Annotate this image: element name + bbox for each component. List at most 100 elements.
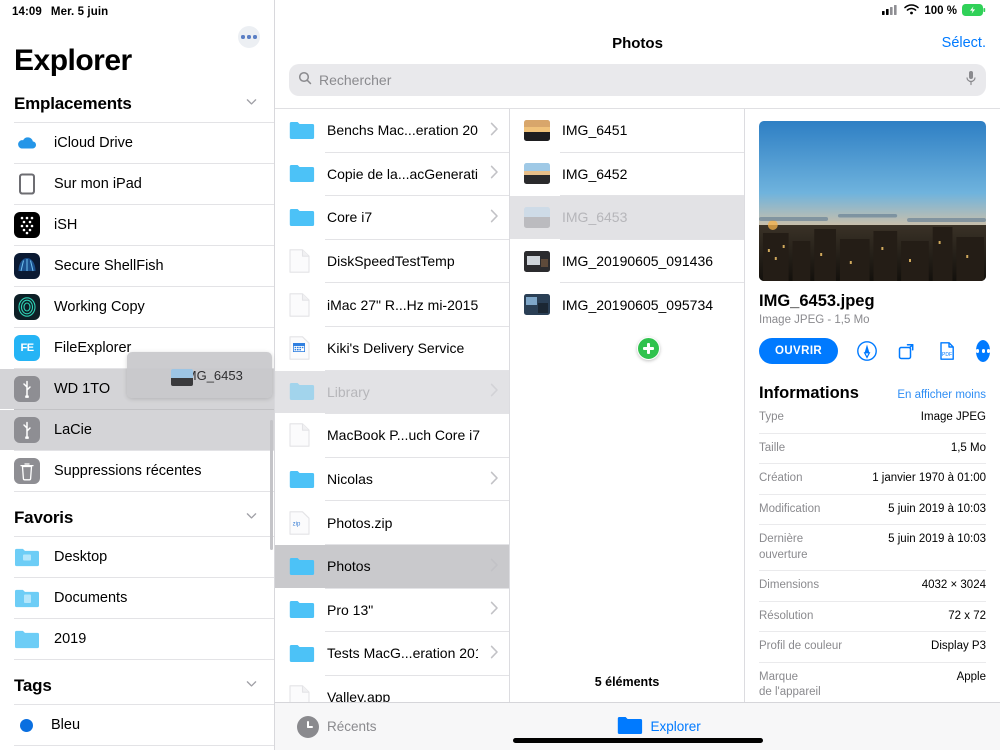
- table-row[interactable]: Copie de la...acGeneration: [275, 153, 509, 196]
- chevron-down-icon[interactable]: [245, 95, 258, 113]
- sidebar-item-tag-bleu[interactable]: Bleu: [0, 705, 274, 745]
- more-ellipsis-icon[interactable]: [976, 340, 991, 362]
- sidebar-item-lacie[interactable]: LaCie: [0, 410, 274, 450]
- table-row[interactable]: iMac 27" R...Hz mi-2015: [275, 283, 509, 326]
- chevron-right-icon: [490, 209, 499, 226]
- chevron-down-icon[interactable]: [245, 509, 258, 527]
- sidebar-item-label: LaCie: [54, 422, 92, 438]
- tab-label: Récents: [327, 719, 377, 734]
- table-row[interactable]: Library: [275, 370, 509, 414]
- info-value: 4032 × 3024: [921, 579, 986, 592]
- sidebar-scrollbar[interactable]: [270, 420, 273, 550]
- table-row[interactable]: Pro 13": [275, 589, 509, 632]
- search-input[interactable]: Rechercher: [319, 72, 958, 88]
- usb-drive-icon: [14, 376, 40, 402]
- divider: [14, 745, 274, 746]
- sidebar-item-working-copy[interactable]: Working Copy: [0, 287, 274, 327]
- photo-thumbnail: [524, 163, 550, 185]
- sidebar-item-label: Secure ShellFish: [54, 258, 164, 274]
- tab-bar: Récents Explorer: [275, 702, 1000, 750]
- zip-document-icon: zip: [289, 510, 315, 536]
- ipad-icon: [14, 171, 40, 197]
- column-folders: Benchs Mac...eration 2011 Copie de la...a…: [275, 109, 510, 750]
- sidebar-item-suppressions-recentes[interactable]: Suppressions récentes: [0, 451, 274, 491]
- sidebar-item-2019[interactable]: 2019: [0, 619, 274, 659]
- table-row[interactable]: zip Photos.zip: [275, 501, 509, 544]
- table-row[interactable]: Tests MacG...eration 2014: [275, 632, 509, 675]
- info-key: Marque de l'appareil: [759, 670, 821, 699]
- info-key: Modification: [759, 502, 821, 515]
- table-row[interactable]: IMG_6452: [510, 153, 744, 196]
- table-row[interactable]: Kiki's Delivery Service: [275, 327, 509, 370]
- info-toggle-link[interactable]: En afficher moins: [897, 389, 986, 401]
- info-key: Profil de couleur: [759, 640, 843, 653]
- sidebar-item-icloud-drive[interactable]: iCloud Drive: [0, 123, 274, 163]
- nav-title: Photos: [612, 34, 663, 52]
- search-bar-wrapper: Rechercher: [275, 64, 1000, 108]
- tab-recents[interactable]: Récents: [297, 715, 377, 738]
- sidebar-item-label: iSH: [54, 217, 78, 233]
- file-name-label: IMG_6451: [562, 122, 628, 139]
- info-row: Modification 5 juin 2019 à 10:03: [759, 495, 986, 526]
- sidebar-section-header-tags[interactable]: Tags: [0, 660, 274, 704]
- microphone-icon[interactable]: [965, 70, 977, 91]
- table-row[interactable]: IMG_6451: [510, 109, 744, 152]
- wifi-icon: [904, 4, 920, 18]
- home-indicator[interactable]: [512, 738, 763, 743]
- search-bar[interactable]: Rechercher: [289, 64, 986, 96]
- photo-thumbnail: [524, 250, 550, 272]
- table-row[interactable]: IMG_20190605_095734: [510, 283, 744, 326]
- info-key: Résolution: [759, 609, 814, 622]
- select-button[interactable]: Sélect.: [942, 35, 986, 51]
- table-row[interactable]: Nicolas: [275, 458, 509, 501]
- ellipsis-circle-icon[interactable]: [238, 26, 260, 48]
- sidebar-item-secure-shellfish[interactable]: Secure ShellFish: [0, 246, 274, 286]
- folder-icon: [617, 715, 643, 739]
- file-name-label: Photos.zip: [327, 514, 393, 531]
- sidebar-item-ish[interactable]: iSH: [0, 205, 274, 245]
- sidebar-item-label: iCloud Drive: [54, 135, 133, 151]
- rotate-icon[interactable]: [896, 339, 918, 363]
- sidebar-section-header-favoris[interactable]: Favoris: [0, 492, 274, 536]
- info-value: 5 juin 2019 à 10:03: [888, 502, 986, 515]
- markup-pen-icon[interactable]: [856, 339, 878, 363]
- table-row[interactable]: Core i7: [275, 196, 509, 239]
- sidebar-item-desktop[interactable]: Desktop: [0, 537, 274, 577]
- drag-overlay[interactable]: IMG_6453: [127, 352, 272, 398]
- file-name-label: IMG_6453: [562, 209, 628, 226]
- open-button[interactable]: OUVRIR: [759, 338, 839, 364]
- file-name-label: IMG_20190605_091436: [562, 253, 714, 270]
- table-row[interactable]: IMG_6453: [510, 196, 744, 239]
- table-row[interactable]: Photos: [275, 544, 509, 588]
- table-row[interactable]: DiskSpeedTestTemp: [275, 240, 509, 283]
- file-name-label: iMac 27" R...Hz mi-2015: [327, 296, 479, 313]
- plus-badge-icon: [637, 337, 660, 360]
- info-row: Profil de couleur Display P3: [759, 632, 986, 663]
- tab-explorer[interactable]: Explorer: [617, 715, 701, 739]
- usb-drive-icon: [14, 417, 40, 443]
- drag-thumbnail: [171, 369, 193, 386]
- sidebar-item-documents[interactable]: Documents: [0, 578, 274, 618]
- info-row: Taille 1,5 Mo: [759, 434, 986, 465]
- clock-icon: [297, 715, 319, 738]
- tag-dot-icon: [20, 718, 33, 732]
- table-row[interactable]: MacBook P...uch Core i7: [275, 414, 509, 457]
- ipad-files-app: 14:09 Mer. 5 juin Explorer Emplacements …: [0, 0, 1000, 750]
- table-row[interactable]: Benchs Mac...eration 2011: [275, 109, 509, 152]
- calendar-document-icon: [289, 335, 315, 361]
- chevron-right-icon: [490, 558, 499, 575]
- tab-label: Explorer: [650, 719, 701, 734]
- photo-preview[interactable]: [759, 121, 986, 281]
- info-title: Informations: [759, 384, 859, 402]
- detail-file-name: IMG_6453.jpeg: [759, 292, 875, 310]
- chevron-right-icon: [490, 601, 499, 618]
- sidebar-item-label: WD 1TO: [54, 381, 111, 397]
- svg-text:zip: zip: [293, 521, 301, 527]
- sidebar-item-sur-mon-ipad[interactable]: Sur mon iPad: [0, 164, 274, 204]
- pdf-icon[interactable]: PDF: [936, 339, 958, 363]
- sidebar-section-header-emplacements[interactable]: Emplacements: [0, 78, 274, 122]
- chevron-down-icon[interactable]: [245, 677, 258, 695]
- info-value: 1,5 Mo: [950, 441, 986, 454]
- table-row[interactable]: IMG_20190605_091436: [510, 240, 744, 283]
- status-bar-left: 14:09 Mer. 5 juin: [0, 0, 274, 18]
